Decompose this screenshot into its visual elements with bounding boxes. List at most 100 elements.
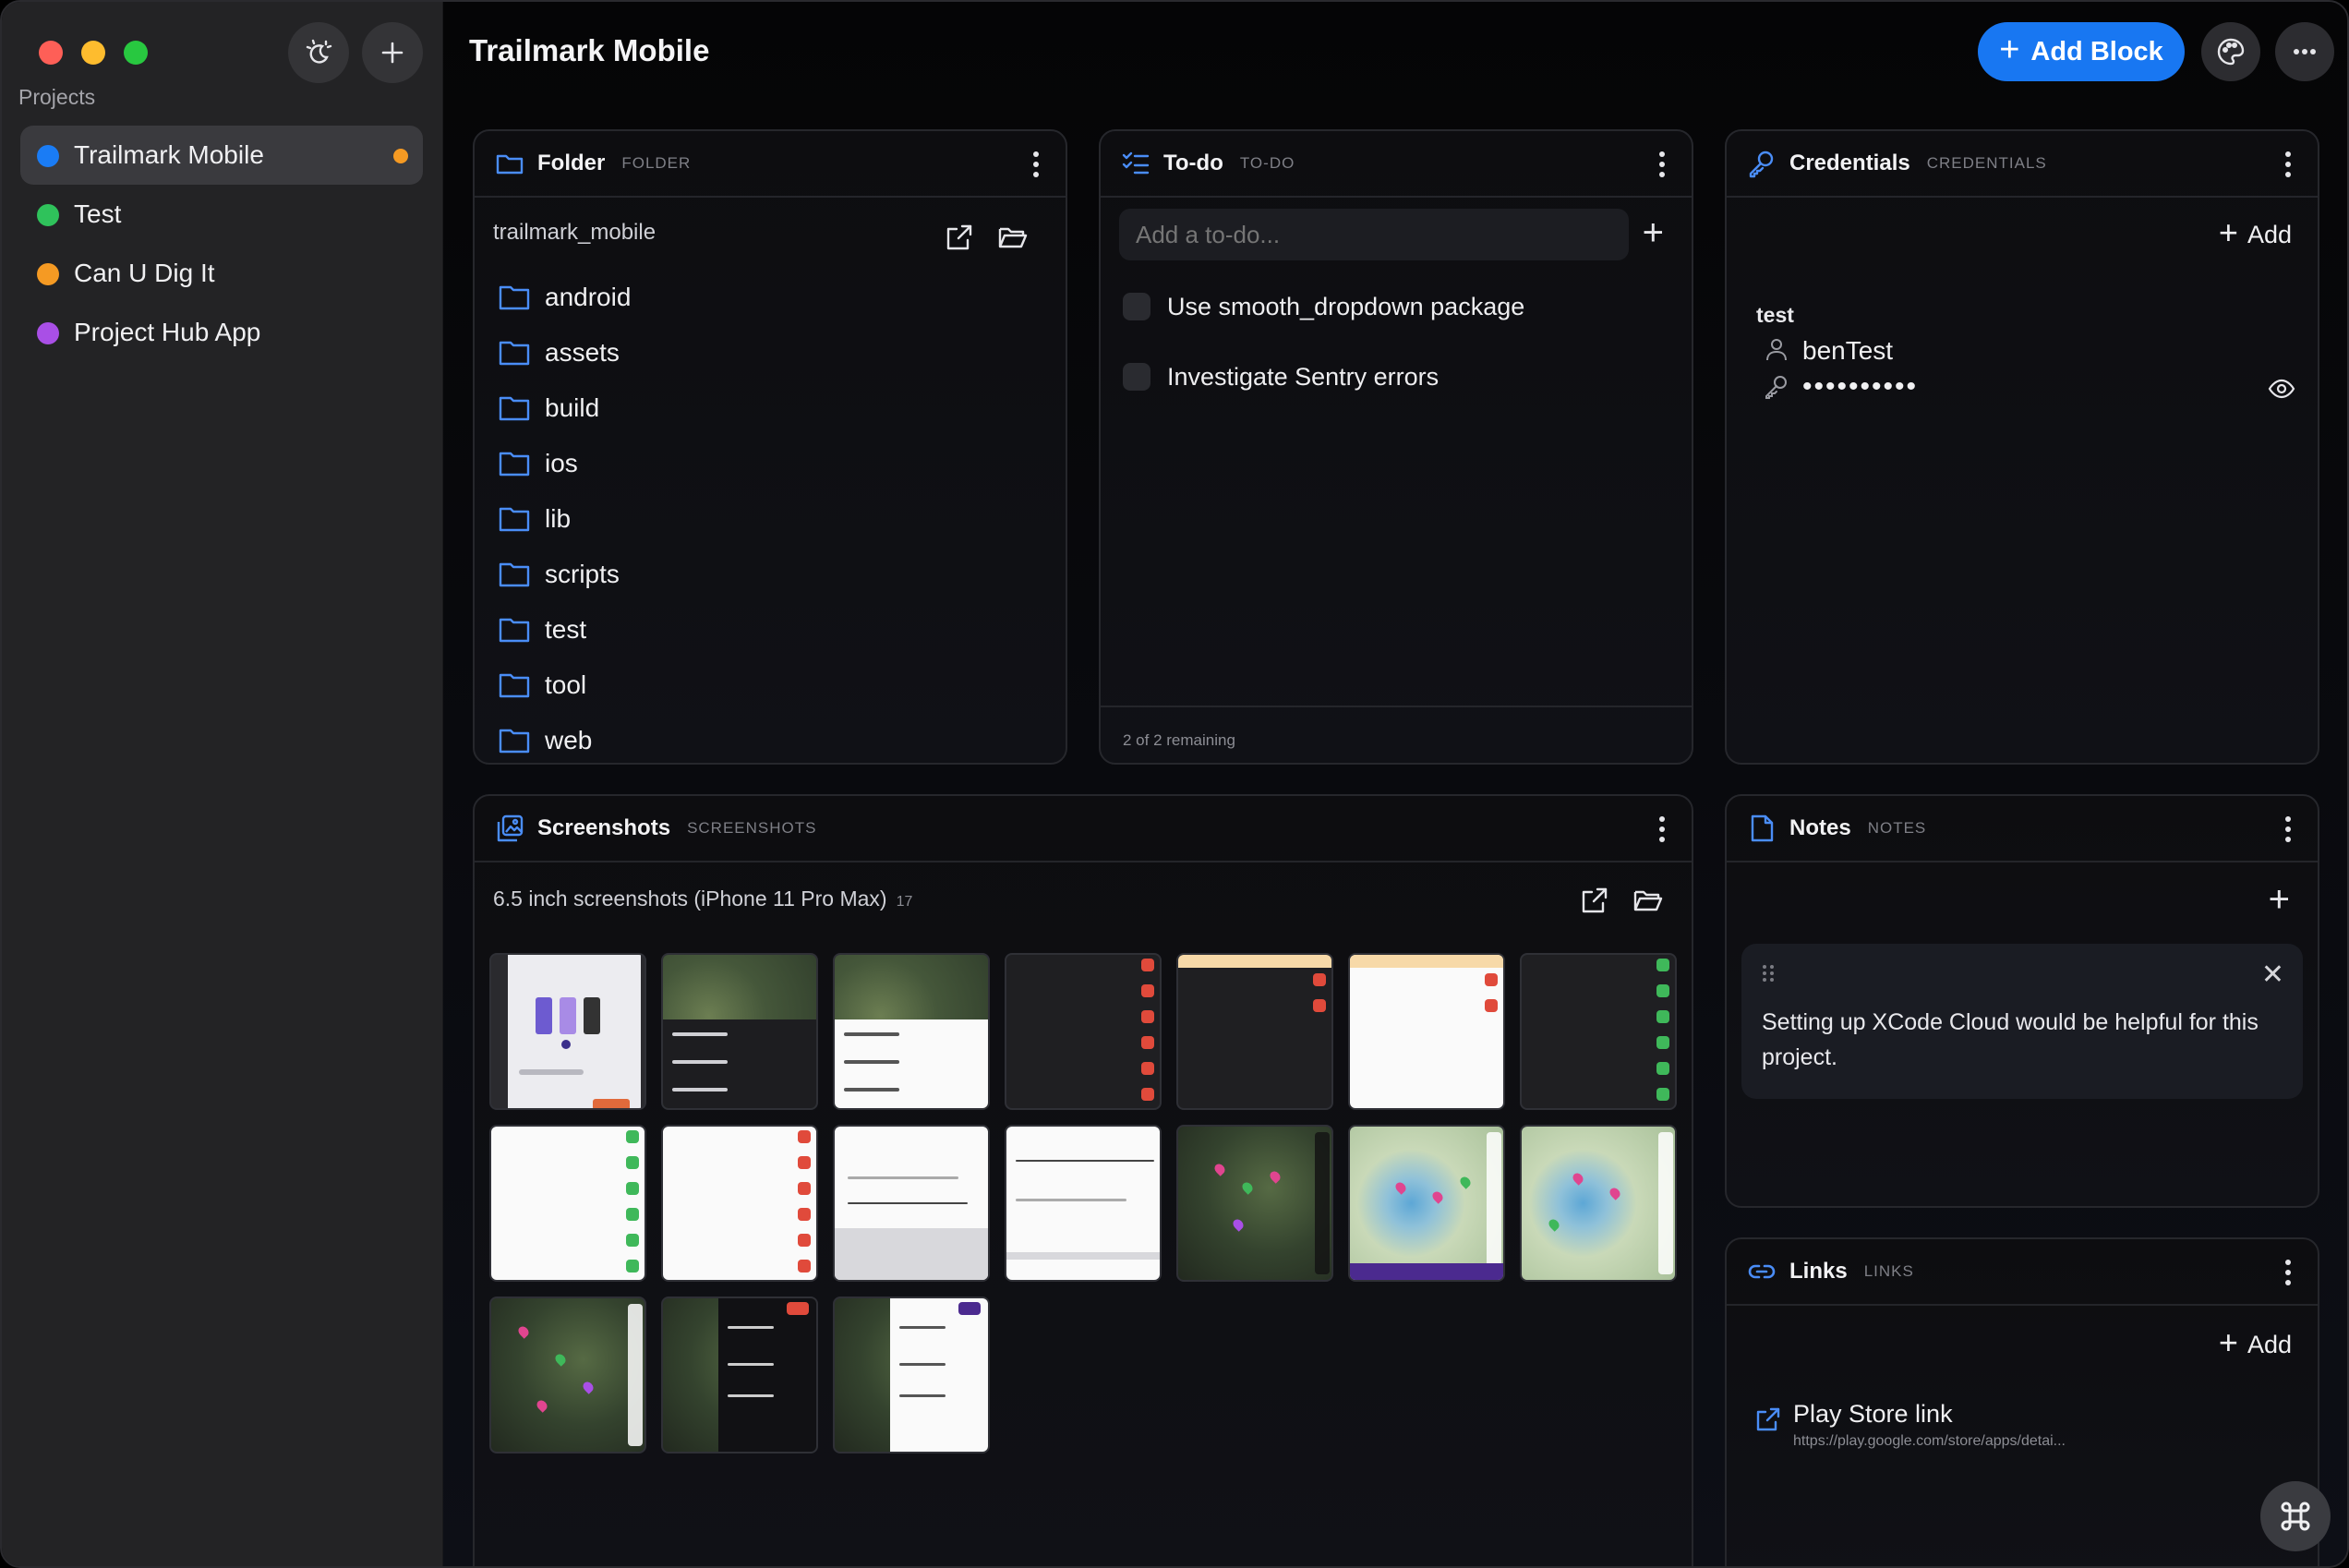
screenshot-thumbnail[interactable]: [489, 953, 646, 1110]
folder-item-label: lib: [545, 504, 572, 533]
note-item[interactable]: ✕ Setting up XCode Cloud would be helpfu…: [1741, 944, 2303, 1099]
window-close-button[interactable]: [39, 41, 63, 65]
todo-input[interactable]: [1119, 209, 1629, 260]
folder-item[interactable]: android: [499, 270, 1066, 325]
new-project-button[interactable]: [362, 22, 423, 83]
links-card-header: Links LINKS: [1727, 1239, 2318, 1306]
project-color-dot: [37, 322, 59, 344]
project-label: Can U Dig It: [74, 259, 215, 287]
add-credential-button[interactable]: + Add: [2219, 216, 2292, 249]
card-menu-button[interactable]: [1651, 813, 1673, 846]
card-menu-button[interactable]: [1025, 148, 1047, 181]
screenshot-thumbnail[interactable]: [1520, 953, 1677, 1110]
screenshot-thumbnail[interactable]: [1520, 1125, 1677, 1282]
screenshot-thumbnail[interactable]: [833, 1297, 990, 1453]
close-icon[interactable]: ✕: [2261, 959, 2284, 991]
palette-button[interactable]: [2201, 22, 2260, 81]
external-link-icon: [1754, 1405, 1782, 1433]
folder-icon: [499, 673, 530, 698]
screenshot-thumbnail[interactable]: [489, 1297, 646, 1453]
project-item-trailmark-mobile[interactable]: Trailmark Mobile: [20, 126, 423, 185]
link-url[interactable]: https://play.google.com/store/apps/detai…: [1793, 1433, 2116, 1450]
project-item-project-hub-app[interactable]: Project Hub App: [20, 303, 423, 362]
folder-icon: [499, 396, 530, 421]
card-menu-button[interactable]: [2277, 813, 2299, 846]
add-label: Add: [2247, 220, 2292, 248]
folder-item-label: tool: [545, 670, 587, 699]
open-folder-icon[interactable]: [1632, 885, 1664, 916]
screenshot-thumbnail[interactable]: [489, 1125, 646, 1282]
credentials-card: Credentials CREDENTIALS + Add test benTe…: [1725, 129, 2319, 765]
screenshot-thumbnail[interactable]: [1005, 953, 1162, 1110]
add-label: Add: [2247, 1330, 2292, 1358]
add-block-label: Add Block: [2030, 36, 2163, 66]
link-title[interactable]: Play Store link: [1793, 1400, 1953, 1429]
folder-icon: [499, 452, 530, 476]
card-type: CREDENTIALS: [1926, 154, 2047, 172]
image-gallery-icon: [495, 814, 524, 843]
card-menu-button[interactable]: [2277, 1256, 2299, 1289]
project-list: Trailmark Mobile Test Can U Dig It Proje…: [20, 126, 423, 362]
screenshots-card: Screenshots SCREENSHOTS 6.5 inch screens…: [473, 794, 1693, 1566]
plus-icon: [381, 42, 404, 64]
credential-username[interactable]: benTest: [1802, 336, 1893, 366]
screenshot-thumbnail[interactable]: [661, 953, 818, 1110]
card-type: SCREENSHOTS: [687, 819, 817, 837]
screenshot-thumbnail[interactable]: [1176, 1125, 1333, 1282]
screenshots-card-header: Screenshots SCREENSHOTS: [475, 796, 1692, 862]
theme-toggle-button[interactable]: [288, 22, 349, 83]
sun-moon-icon: [306, 39, 332, 64]
folder-item[interactable]: ios: [499, 436, 1066, 491]
command-button[interactable]: [2260, 1481, 2331, 1551]
folder-item[interactable]: tool: [499, 657, 1066, 713]
folder-icon: [499, 285, 530, 310]
drag-handle-icon[interactable]: [1762, 964, 1775, 983]
folder-item-label: web: [545, 726, 593, 754]
credential-group-name: test: [1756, 303, 1794, 327]
credential-password[interactable]: ••••••••••: [1802, 371, 1918, 403]
window-minimize-button[interactable]: [81, 41, 105, 65]
screenshot-thumbnail[interactable]: [833, 953, 990, 1110]
link-icon: [1747, 1257, 1777, 1286]
folder-item[interactable]: build: [499, 380, 1066, 436]
todo-checkbox[interactable]: [1123, 293, 1150, 320]
main-area: Trailmark Mobile + Add Block Folder FOLD…: [443, 2, 2347, 1566]
note-text[interactable]: Setting up XCode Cloud would be helpful …: [1762, 1005, 2283, 1075]
todo-checkbox[interactable]: [1123, 363, 1150, 391]
folder-card-header: Folder FOLDER: [475, 131, 1066, 198]
open-external-icon[interactable]: [1579, 885, 1610, 916]
note-icon: [1747, 814, 1777, 843]
more-options-button[interactable]: [2275, 22, 2334, 81]
screenshot-count: 17: [896, 894, 913, 910]
screenshot-thumbnail[interactable]: [1176, 953, 1333, 1110]
card-menu-button[interactable]: [2277, 148, 2299, 181]
eye-icon[interactable]: [2268, 375, 2295, 403]
project-item-can-u-dig-it[interactable]: Can U Dig It: [20, 244, 423, 303]
folder-item[interactable]: assets: [499, 325, 1066, 380]
window-zoom-button[interactable]: [124, 41, 148, 65]
add-todo-button[interactable]: +: [1643, 214, 1664, 251]
add-link-button[interactable]: + Add: [2219, 1326, 2292, 1359]
app-window: Projects Trailmark Mobile Test Can U Dig…: [0, 0, 2349, 1568]
screenshot-thumbnail[interactable]: [1348, 953, 1505, 1110]
open-folder-icon[interactable]: [997, 222, 1029, 253]
todo-item-label: Investigate Sentry errors: [1167, 362, 1440, 391]
screenshot-thumbnail[interactable]: [661, 1297, 818, 1453]
screenshot-thumbnail[interactable]: [1005, 1125, 1162, 1282]
folder-item[interactable]: web: [499, 713, 1066, 763]
card-menu-button[interactable]: [1651, 148, 1673, 181]
screenshot-thumbnail[interactable]: [1348, 1125, 1505, 1282]
todo-item[interactable]: Investigate Sentry errors: [1123, 358, 1439, 395]
folder-item[interactable]: lib: [499, 491, 1066, 547]
folder-list: android assets build ios lib scripts tes…: [499, 270, 1066, 763]
screenshot-thumbnail[interactable]: [833, 1125, 990, 1282]
add-note-button[interactable]: +: [2269, 881, 2290, 918]
folder-item[interactable]: test: [499, 602, 1066, 657]
project-item-test[interactable]: Test: [20, 185, 423, 244]
screenshots-path: 6.5 inch screenshots (iPhone 11 Pro Max)…: [493, 887, 912, 911]
add-block-button[interactable]: + Add Block: [1978, 22, 2185, 81]
screenshot-thumbnail[interactable]: [661, 1125, 818, 1282]
open-external-icon[interactable]: [944, 222, 975, 253]
todo-item[interactable]: Use smooth_dropdown package: [1123, 288, 1524, 325]
folder-item[interactable]: scripts: [499, 547, 1066, 602]
